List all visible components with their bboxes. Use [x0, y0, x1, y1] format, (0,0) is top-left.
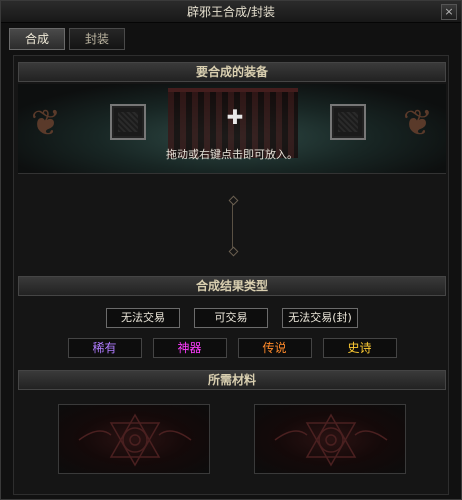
rarity-option-rare[interactable]: 稀有	[67, 338, 142, 358]
close-button[interactable]: ×	[441, 4, 457, 20]
tab-seal[interactable]: 封装	[69, 28, 125, 50]
trade-option-row: 无法交易 可交易 无法交易(封)	[14, 308, 450, 328]
close-icon: ×	[444, 5, 454, 18]
window: 辟邪王合成/封装 × 合成 封装 要合成的装备 ❦ ❦ ✚ 拖动或右键点击即可放…	[0, 0, 462, 500]
materials-section-header: 所需材料	[18, 370, 446, 390]
rarity-option-epic[interactable]: 史诗	[322, 338, 397, 358]
trade-option-untradable-sealed[interactable]: 无法交易(封)	[282, 308, 358, 328]
window-titlebar: 辟邪王合成/封装 ×	[1, 1, 461, 23]
right-ornament-icon: ❦	[402, 103, 434, 144]
plus-cross-icon: ✚	[226, 105, 244, 129]
slot-pattern-icon	[338, 112, 358, 132]
sigil-icon	[274, 413, 388, 467]
tab-bar: 合成 封装	[9, 28, 125, 50]
trade-option-tradable[interactable]: 可交易	[194, 308, 268, 328]
material-slot-left[interactable]	[58, 404, 210, 474]
content-panel: 要合成的装备 ❦ ❦ ✚ 拖动或右键点击即可放入。 合成结果类型 无法交易 可交…	[13, 55, 449, 495]
equip-section-header: 要合成的装备	[18, 62, 446, 82]
vertical-divider	[232, 201, 233, 251]
equip-slot-right[interactable]	[330, 104, 366, 140]
window-title: 辟邪王合成/封装	[186, 5, 276, 19]
equip-slot-left[interactable]	[110, 104, 146, 140]
rarity-option-artifact[interactable]: 神器	[152, 338, 227, 358]
trade-option-untradable[interactable]: 无法交易	[106, 308, 180, 328]
slot-pattern-icon	[118, 112, 138, 132]
rarity-option-legendary[interactable]: 传说	[237, 338, 312, 358]
tab-synthesis[interactable]: 合成	[9, 28, 65, 50]
left-ornament-icon: ❦	[30, 103, 62, 144]
rarity-option-row: 稀有 神器 传说 史诗	[14, 338, 450, 358]
equip-drop-area[interactable]: ❦ ❦ ✚ 拖动或右键点击即可放入。	[18, 84, 446, 174]
material-slot-right[interactable]	[254, 404, 406, 474]
result-section-header: 合成结果类型	[18, 276, 446, 296]
sigil-icon	[78, 413, 192, 467]
drag-hint-text: 拖动或右键点击即可放入。	[166, 148, 298, 161]
